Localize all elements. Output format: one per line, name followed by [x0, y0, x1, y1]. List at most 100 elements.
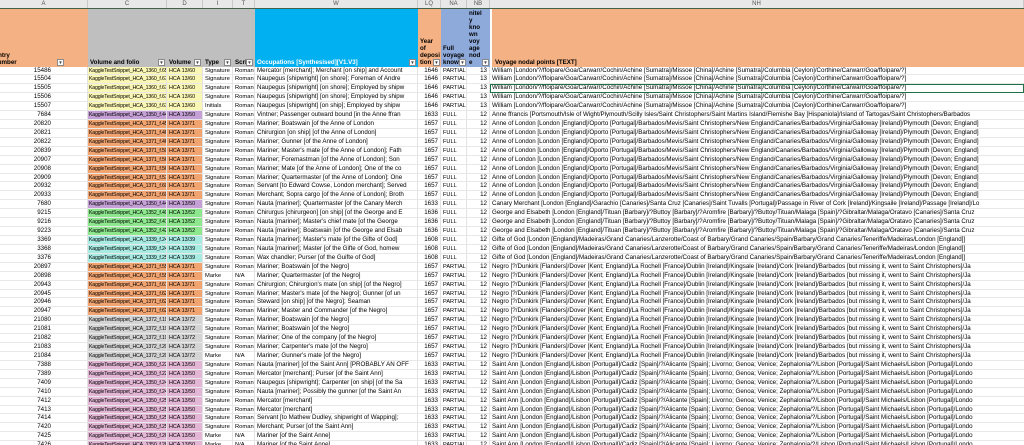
cell-volume[interactable]: HCA 13/52	[167, 209, 203, 218]
table-row[interactable]: 21082KaggleTestSnippet_HCA_1372_f.19v.PN…	[0, 334, 1024, 343]
cell-occupations[interactable]: Servant [to Mathew Dudley, shipwright of…	[255, 414, 418, 423]
cell-entry-number[interactable]: 7412	[0, 397, 88, 406]
cell-entry-number[interactable]: 7389	[0, 370, 88, 379]
cell-voyage-nodes[interactable]: 13	[467, 67, 490, 76]
cell-volume[interactable]: HCA 13/50	[167, 397, 203, 406]
cell-volume-and-folio[interactable]: KaggleTestSnippet_HCA_1350_f.246r.PNG	[88, 379, 167, 388]
cell-voyage-nodal-points[interactable]: Anne of London [London [England]/Oporto …	[490, 147, 1024, 156]
cell-type[interactable]: Initials	[203, 102, 233, 111]
cell-voyage-nodal-points[interactable]: William [London/?/ffoipare/Goa/Carwarr/C…	[490, 102, 1024, 111]
cell-volume[interactable]: HCA 13/50	[167, 406, 203, 415]
cell-script[interactable]: Roman	[233, 93, 255, 102]
cell-volume[interactable]: HCA 13/72	[167, 316, 203, 325]
cell-voyage-nodes[interactable]: 12	[467, 191, 490, 200]
cell-volume[interactable]: HCA 13/71	[167, 129, 203, 138]
cell-voyage-nodal-points[interactable]: Saint Ann [London [England]/Lisbon [Port…	[490, 414, 1024, 423]
header-volume[interactable]: Volume ▼	[167, 9, 203, 67]
cell-year-of-deposition[interactable]: 1657	[418, 316, 441, 325]
cell-year-of-deposition[interactable]: 1633	[418, 397, 441, 406]
cell-volume-and-folio[interactable]: KaggleTestSnippet_HCA_1350_f.261v.PNG	[88, 432, 167, 441]
cell-type[interactable]: Signature	[203, 191, 233, 200]
cell-script[interactable]: Roman	[233, 174, 255, 183]
table-row[interactable]: 21081KaggleTestSnippet_HCA_1372_f.19r_TW…	[0, 325, 1024, 334]
cell-script[interactable]: Roman	[233, 298, 255, 307]
cell-type[interactable]: Signature	[203, 75, 233, 84]
cell-script[interactable]: Roman	[233, 165, 255, 174]
cell-voyage-nodes[interactable]: 12	[467, 156, 490, 165]
cell-occupations[interactable]: Mariner; Boatswain [of the Negro]	[255, 325, 418, 334]
cell-script[interactable]: Roman	[233, 236, 255, 245]
cell-full-voyage-known[interactable]: FULL	[441, 200, 467, 209]
cell-voyage-nodes[interactable]: 12	[467, 236, 490, 245]
cell-voyage-nodes[interactable]: 12	[467, 414, 490, 423]
cell-year-of-deposition[interactable]: 1646	[418, 84, 441, 93]
table-row[interactable]: 20907KaggleTestSnippet_HCA_1371_f.565v.P…	[0, 156, 1024, 165]
cell-voyage-nodal-points[interactable]: Anne of London [London [England]/Oporto …	[490, 182, 1024, 191]
cell-full-voyage-known[interactable]: PARTIAL	[441, 84, 467, 93]
cell-type[interactable]: Marke	[203, 272, 233, 281]
cell-year-of-deposition[interactable]: 1657	[418, 334, 441, 343]
cell-year-of-deposition[interactable]: 1657	[418, 129, 441, 138]
cell-type[interactable]: Marke	[203, 441, 233, 445]
header-full-voyage-known[interactable]: Full voyage known ▼	[441, 9, 467, 67]
cell-volume[interactable]: HCA 13/50	[167, 441, 203, 445]
cell-voyage-nodes[interactable]: 12	[467, 388, 490, 397]
cell-entry-number[interactable]: 20932	[0, 182, 88, 191]
cell-type[interactable]: Signature	[203, 281, 233, 290]
cell-volume[interactable]: HCA 13/50	[167, 379, 203, 388]
cell-occupations[interactable]: Mariner [of the Saint Anne]	[255, 432, 418, 441]
cell-volume-and-folio[interactable]: KaggleTestSnippet_HCA_1360_f.657r.PNG	[88, 67, 167, 76]
cell-type[interactable]: Signature	[203, 379, 233, 388]
column-header-NB[interactable]: NB	[467, 0, 490, 8]
cell-volume[interactable]: HCA 13/50	[167, 414, 203, 423]
cell-voyage-nodes[interactable]: 12	[467, 343, 490, 352]
cell-script[interactable]: N/A	[233, 272, 255, 281]
cell-volume[interactable]: HCA 13/50	[167, 432, 203, 441]
cell-year-of-deposition[interactable]: 1657	[418, 281, 441, 290]
cell-type[interactable]: Signature	[203, 263, 233, 272]
cell-entry-number[interactable]: 20909	[0, 174, 88, 183]
cell-voyage-nodal-points[interactable]: Negro [?/Dunkirk [Flanders]/Dover [Kent;…	[490, 298, 1024, 307]
cell-voyage-nodal-points[interactable]: Negro [?/Dunkirk [Flanders]/Dover [Kent;…	[490, 281, 1024, 290]
table-row[interactable]: 20945KaggleTestSnippet_HCA_1371_f.620v.P…	[0, 290, 1024, 299]
table-row[interactable]: 20839KaggleTestSnippet_HCA_1371_f.505r.P…	[0, 147, 1024, 156]
cell-full-voyage-known[interactable]: FULL	[441, 218, 467, 227]
cell-occupations[interactable]: Nauta [mariner]; Master [of the Gifte of…	[255, 245, 418, 254]
cell-script[interactable]: Roman	[233, 397, 255, 406]
cell-script[interactable]: N/A	[233, 352, 255, 361]
table-row[interactable]: 15507KaggleTestSnippet_HCA_1360_f.672r_O…	[0, 102, 1024, 111]
cell-type[interactable]: Signature	[203, 182, 233, 191]
cell-voyage-nodes[interactable]: 12	[467, 209, 490, 218]
cell-occupations[interactable]: Mariner; Carpenter's mate [of the Negro]	[255, 343, 418, 352]
cell-full-voyage-known[interactable]: PARTIAL	[441, 325, 467, 334]
cell-voyage-nodal-points[interactable]: George and Elsabeth [London [England]/Ti…	[490, 218, 1024, 227]
cell-script[interactable]: Roman	[233, 191, 255, 200]
filter-icon[interactable]: ▼	[433, 59, 440, 66]
filter-icon[interactable]: ▼	[246, 59, 253, 66]
cell-voyage-nodes[interactable]: 12	[467, 370, 490, 379]
cell-voyage-nodal-points[interactable]: Negro [?/Dunkirk [Flanders]/Dover [Kent;…	[490, 352, 1024, 361]
cell-voyage-nodal-points[interactable]: Anne of London [London [England]/Oporto …	[490, 120, 1024, 129]
table-row[interactable]: 3376KaggleTestSnippet_HCA_1339_f.253v.PN…	[0, 254, 1024, 263]
cell-entry-number[interactable]: 20943	[0, 281, 88, 290]
cell-script[interactable]: Roman	[233, 325, 255, 334]
cell-entry-number[interactable]: 20821	[0, 129, 88, 138]
cell-voyage-nodal-points[interactable]: Negro [?/Dunkirk [Flanders]/Dover [Kent;…	[490, 307, 1024, 316]
cell-year-of-deposition[interactable]: 1608	[418, 245, 441, 254]
cell-year-of-deposition[interactable]: 1633	[418, 441, 441, 445]
cell-voyage-nodal-points[interactable]: Anne ffrancis [Portsmouth/Isle of Wight/…	[490, 111, 1024, 120]
header-occupations[interactable]: Occupations [Synthesised][V1.V3] ▼	[255, 9, 418, 67]
cell-type[interactable]: Signature	[203, 138, 233, 147]
cell-occupations[interactable]: Mercator [merchant]	[255, 397, 418, 406]
cell-voyage-nodes[interactable]: 13	[467, 102, 490, 111]
cell-full-voyage-known[interactable]: PARTIAL	[441, 414, 467, 423]
cell-volume-and-folio[interactable]: KaggleTestSnippet_HCA_1350_f.251r.PNG	[88, 397, 167, 406]
cell-volume-and-folio[interactable]: KaggleTestSnippet_HCA_1371_f.462v_One.PN…	[88, 138, 167, 147]
cell-full-voyage-known[interactable]: FULL	[441, 254, 467, 263]
cell-volume-and-folio[interactable]: KaggleTestSnippet_HCA_1371_f.606r.PNG	[88, 191, 167, 200]
filter-icon[interactable]: ▼	[409, 59, 416, 66]
cell-voyage-nodal-points[interactable]: Saint Ann [London [England]/Lisbon [Port…	[490, 423, 1024, 432]
cell-volume[interactable]: HCA 13/50	[167, 370, 203, 379]
table-row[interactable]: 20947KaggleTestSnippet_HCA_1371_f.625r.P…	[0, 307, 1024, 316]
table-row[interactable]: 21083KaggleTestSnippet_HCA_1372_f.20r.PN…	[0, 343, 1024, 352]
